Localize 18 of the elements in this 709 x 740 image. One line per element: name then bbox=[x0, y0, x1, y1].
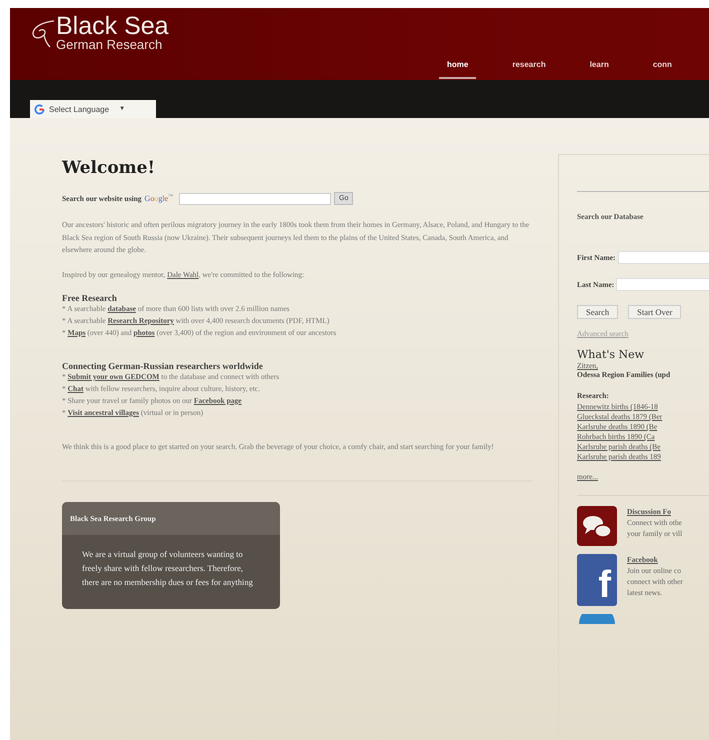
site-subtitle: German Research bbox=[56, 38, 164, 52]
section-title: Connecting German-Russian researchers worldwide bbox=[62, 361, 264, 371]
google-logo: Google$^{™}$ bbox=[144, 194, 174, 203]
section-title: Free Research bbox=[62, 293, 118, 303]
form-button[interactable]: Search bbox=[577, 305, 618, 319]
form-button[interactable]: Start Over bbox=[628, 305, 682, 319]
google-icon bbox=[34, 104, 45, 114]
nav-link[interactable]: learn bbox=[582, 60, 617, 79]
search-field[interactable] bbox=[179, 192, 332, 204]
letter-f-icon[interactable]: f bbox=[577, 554, 617, 606]
whats-new-heading: What's New bbox=[577, 348, 646, 361]
swirl-icon bbox=[30, 18, 56, 48]
welcome-heading: Welcome! bbox=[62, 158, 156, 178]
group-text: We are a virtual group of volunteers wanting to freely share with fellow researchers. Therefore, there are no membership dues or fees for anything bbox=[81, 548, 254, 589]
speech-bubbles-icon[interactable] bbox=[577, 506, 617, 546]
site-title[interactable]: Black Sea bbox=[56, 14, 169, 38]
nav-link[interactable]: research bbox=[504, 60, 554, 79]
nav-link[interactable]: conn bbox=[644, 60, 680, 79]
